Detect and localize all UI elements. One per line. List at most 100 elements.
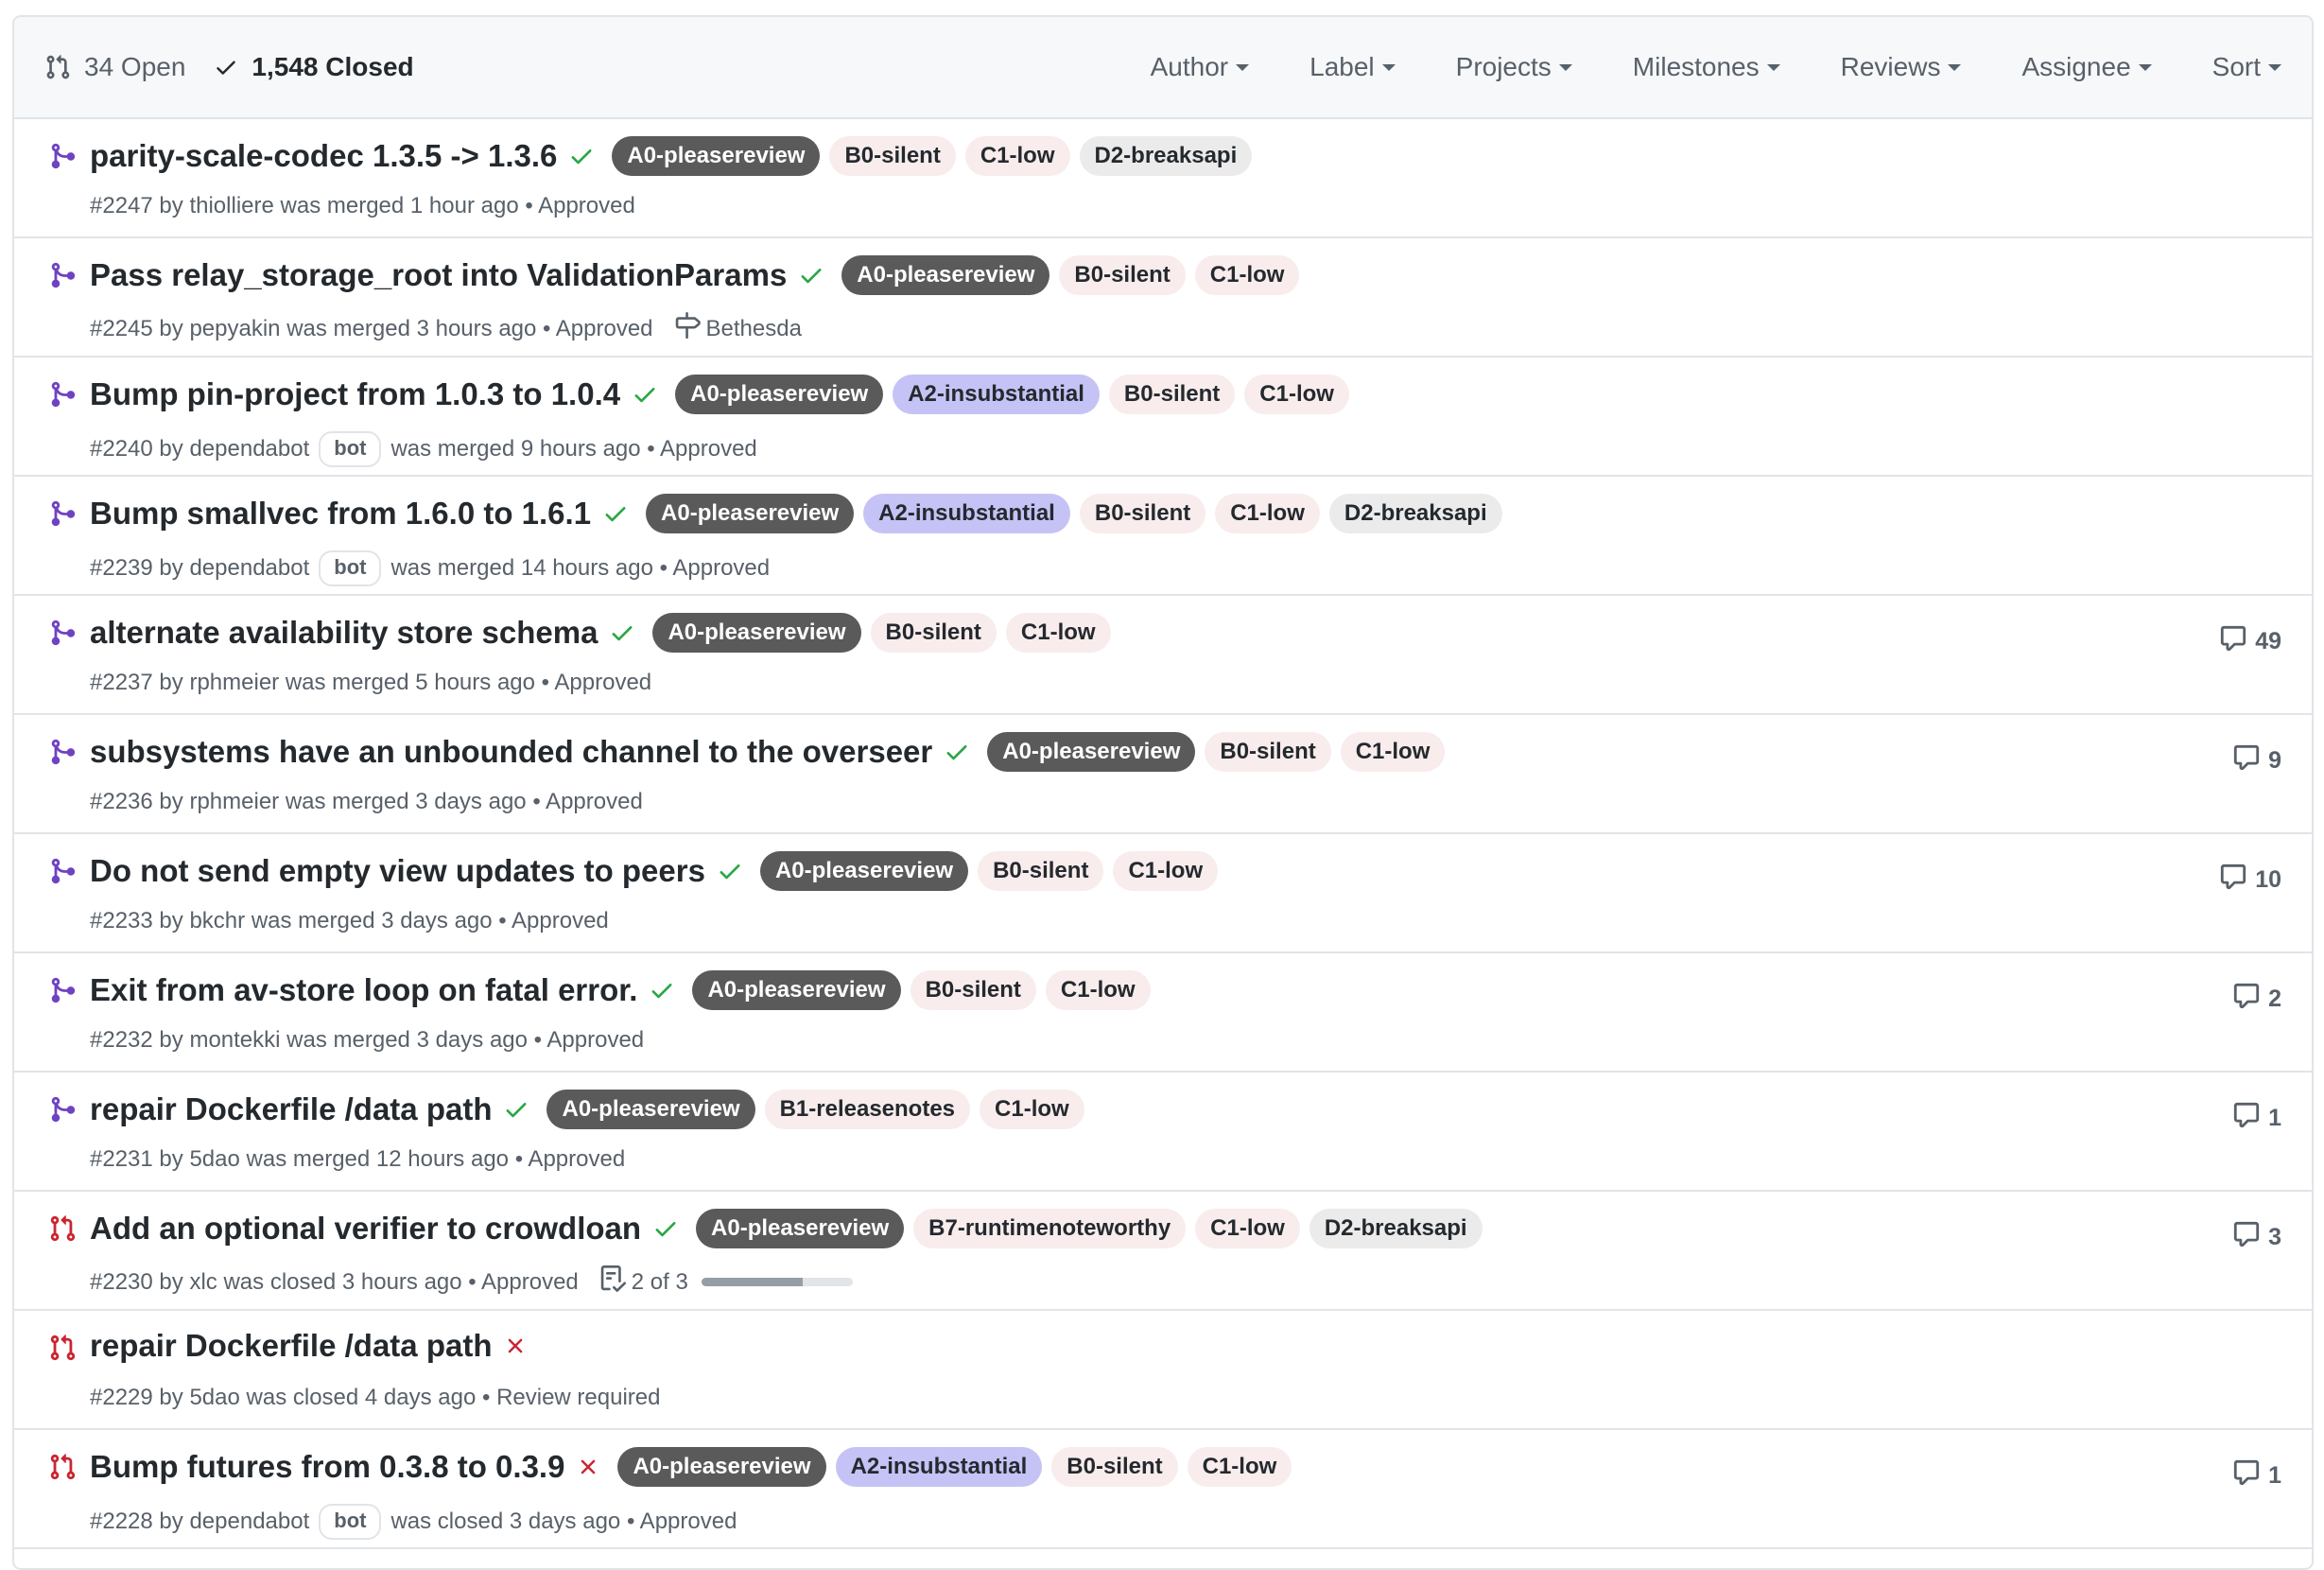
- pr-title-link[interactable]: repair Dockerfile /data path: [90, 1091, 492, 1127]
- label-badge[interactable]: C1-low: [1194, 255, 1300, 295]
- comments-link[interactable]: 9: [2232, 743, 2281, 778]
- label-badge[interactable]: C1-low: [1195, 1209, 1300, 1248]
- pr-title-link[interactable]: Do not send empty view updates to peers: [90, 853, 705, 889]
- comments-link[interactable]: 49: [2219, 624, 2281, 659]
- check-success-icon[interactable]: [798, 262, 824, 288]
- label-badge[interactable]: A0-pleasereview: [841, 255, 1050, 295]
- assignee-filter[interactable]: Assignee: [1991, 52, 2181, 82]
- projects-filter[interactable]: Projects: [1426, 52, 1603, 82]
- label-badge[interactable]: B0-silent: [1205, 732, 1331, 772]
- pr-title-link[interactable]: parity-scale-codec 1.3.5 -> 1.3.6: [90, 138, 557, 174]
- label-badge[interactable]: A0-pleasereview: [612, 136, 821, 176]
- review-status[interactable]: • Approved: [525, 193, 634, 219]
- label-badge[interactable]: A2-insubstantial: [893, 375, 1100, 414]
- milestones-filter[interactable]: Milestones: [1603, 52, 1811, 82]
- pr-author-link[interactable]: xlc: [189, 1269, 217, 1296]
- reviews-filter[interactable]: Reviews: [1811, 52, 1992, 82]
- label-badge[interactable]: C1-low: [964, 136, 1070, 176]
- check-success-icon[interactable]: [652, 1215, 679, 1242]
- label-badge[interactable]: B0-silent: [1059, 255, 1186, 295]
- author-filter[interactable]: Author: [1120, 52, 1280, 82]
- pr-author-link[interactable]: bkchr: [189, 908, 245, 934]
- label-badge[interactable]: A2-insubstantial: [863, 494, 1070, 533]
- review-status[interactable]: • Approved: [543, 316, 652, 342]
- review-status[interactable]: • Approved: [627, 1509, 737, 1535]
- comments-link[interactable]: 2: [2232, 982, 2281, 1017]
- label-badge[interactable]: B0-silent: [978, 851, 1104, 891]
- comments-link[interactable]: 1: [2232, 1458, 2281, 1493]
- label-badge[interactable]: C1-low: [1005, 613, 1111, 653]
- label-badge[interactable]: A0-pleasereview: [546, 1090, 755, 1129]
- review-status[interactable]: • Approved: [532, 789, 642, 815]
- label-badge[interactable]: B0-silent: [1079, 494, 1206, 533]
- label-badge[interactable]: B0-silent: [1108, 375, 1236, 414]
- check-success-icon[interactable]: [632, 381, 658, 408]
- label-badge[interactable]: D2-breaksapi: [1079, 136, 1253, 176]
- check-success-icon[interactable]: [568, 143, 595, 169]
- check-success-icon[interactable]: [944, 739, 970, 765]
- pr-author-link[interactable]: rphmeier: [189, 670, 279, 696]
- review-status[interactable]: • Approved: [468, 1269, 578, 1296]
- pr-title-link[interactable]: Bump smallvec from 1.6.0 to 1.6.1: [90, 496, 591, 532]
- pr-title-link[interactable]: Exit from av-store loop on fatal error.: [90, 972, 637, 1008]
- comments-link[interactable]: 3: [2232, 1220, 2281, 1255]
- label-badge[interactable]: B0-silent: [1051, 1447, 1178, 1487]
- pr-author-link[interactable]: pepyakin: [189, 316, 280, 342]
- review-status[interactable]: • Approved: [647, 436, 756, 462]
- pr-title-link[interactable]: subsystems have an unbounded channel to …: [90, 734, 932, 770]
- review-status[interactable]: • Review required: [482, 1385, 660, 1411]
- label-badge[interactable]: A0-pleasereview: [617, 1447, 826, 1487]
- label-badge[interactable]: A2-insubstantial: [835, 1447, 1043, 1487]
- pr-author-link[interactable]: thiolliere: [189, 193, 273, 219]
- check-failure-icon[interactable]: [576, 1455, 600, 1479]
- comments-link[interactable]: 10: [2219, 863, 2281, 898]
- label-badge[interactable]: C1-low: [1244, 375, 1349, 414]
- label-badge[interactable]: A0-pleasereview: [987, 732, 1196, 772]
- label-badge[interactable]: A0-pleasereview: [646, 494, 855, 533]
- review-status[interactable]: • Approved: [498, 908, 608, 934]
- review-status[interactable]: • Approved: [534, 1027, 644, 1054]
- label-badge[interactable]: A0-pleasereview: [696, 1209, 905, 1248]
- comments-link[interactable]: 1: [2232, 1101, 2281, 1136]
- pr-author-link[interactable]: dependabot: [189, 1509, 309, 1535]
- milestone-link[interactable]: Bethesda: [674, 312, 802, 345]
- label-badge[interactable]: A0-pleasereview: [692, 970, 901, 1010]
- label-badge[interactable]: D2-breaksapi: [1328, 494, 1502, 533]
- label-badge[interactable]: D2-breaksapi: [1309, 1209, 1483, 1248]
- label-badge[interactable]: B0-silent: [870, 613, 997, 653]
- pr-title-link[interactable]: Bump futures from 0.3.8 to 0.3.9: [90, 1449, 564, 1485]
- review-status[interactable]: • Approved: [515, 1146, 625, 1173]
- check-success-icon[interactable]: [602, 500, 629, 527]
- pr-title-link[interactable]: Pass relay_storage_root into ValidationP…: [90, 257, 787, 293]
- pr-author-link[interactable]: dependabot: [189, 436, 309, 462]
- sort-filter[interactable]: Sort: [2182, 52, 2312, 82]
- label-badge[interactable]: A0-pleasereview: [652, 613, 861, 653]
- label-badge[interactable]: C1-low: [1187, 1447, 1292, 1487]
- label-badge[interactable]: C1-low: [1113, 851, 1219, 891]
- check-success-icon[interactable]: [717, 858, 743, 884]
- label-badge[interactable]: B7-runtimenoteworthy: [913, 1209, 1187, 1248]
- label-badge[interactable]: A0-pleasereview: [675, 375, 884, 414]
- pr-author-link[interactable]: dependabot: [189, 555, 309, 582]
- check-success-icon[interactable]: [503, 1096, 529, 1123]
- check-success-icon[interactable]: [609, 619, 635, 646]
- label-badge[interactable]: B0-silent: [910, 970, 1036, 1010]
- pr-author-link[interactable]: rphmeier: [189, 789, 279, 815]
- pr-title-link[interactable]: alternate availability store schema: [90, 615, 598, 651]
- label-badge[interactable]: C1-low: [1045, 970, 1151, 1010]
- check-success-icon[interactable]: [649, 977, 675, 1003]
- pr-author-link[interactable]: 5dao: [189, 1146, 239, 1173]
- label-badge[interactable]: B0-silent: [829, 136, 956, 176]
- label-filter[interactable]: Label: [1279, 52, 1426, 82]
- label-badge[interactable]: C1-low: [1215, 494, 1320, 533]
- label-badge[interactable]: B1-releasenotes: [764, 1090, 971, 1129]
- pr-author-link[interactable]: 5dao: [189, 1385, 239, 1411]
- pr-title-link[interactable]: Bump pin-project from 1.0.3 to 1.0.4: [90, 376, 620, 412]
- pr-title-link[interactable]: Add an optional verifier to crowdloan: [90, 1211, 641, 1247]
- open-filter-link[interactable]: 34 Open: [44, 52, 185, 82]
- label-badge[interactable]: C1-low: [980, 1090, 1084, 1129]
- check-failure-icon[interactable]: [503, 1334, 528, 1358]
- pr-title-link[interactable]: repair Dockerfile /data path: [90, 1328, 492, 1364]
- pr-author-link[interactable]: montekki: [189, 1027, 280, 1054]
- closed-filter-link[interactable]: 1,548 Closed: [214, 52, 414, 82]
